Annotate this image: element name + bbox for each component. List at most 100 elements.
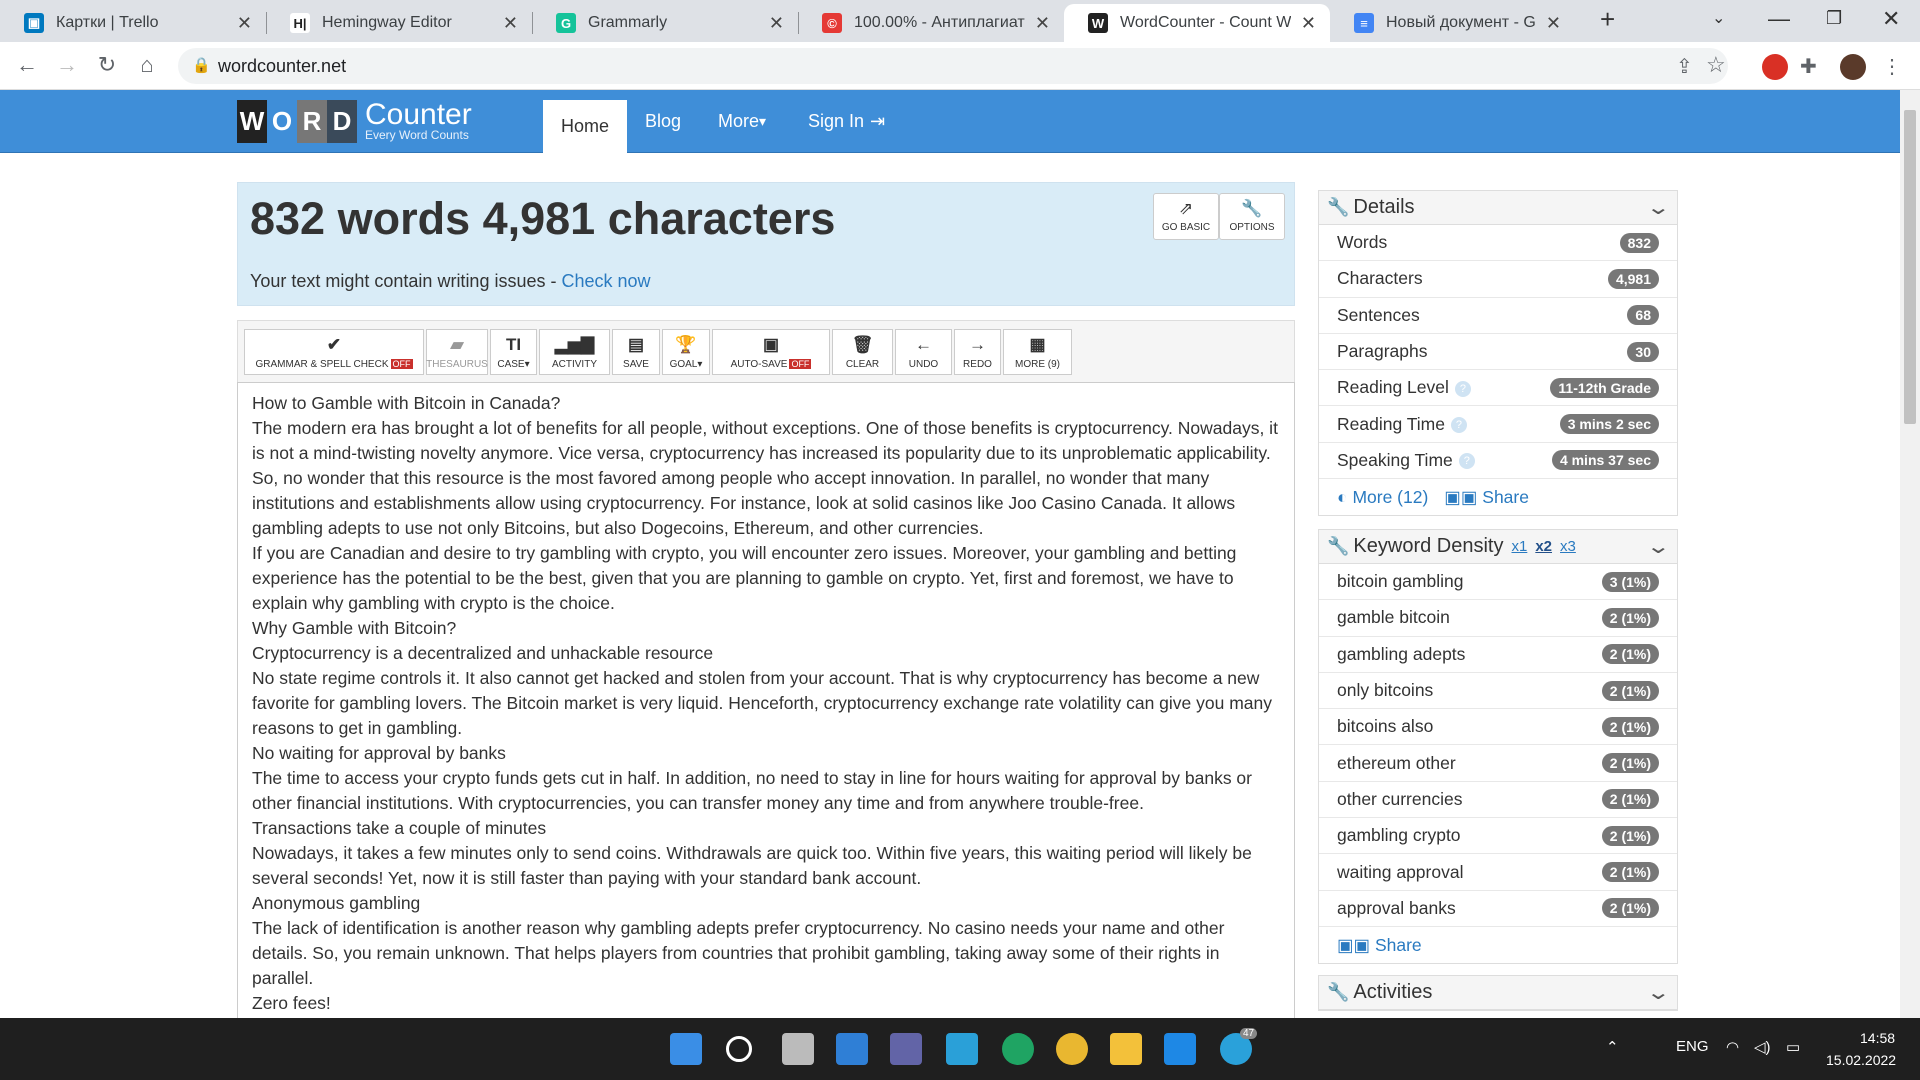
editor-paragraph[interactable]: If you are Canadian and desire to try ga… (252, 541, 1280, 616)
activities-header[interactable]: 🔧 Activities ⌄ (1319, 976, 1677, 1010)
new-tab-button[interactable]: + (1600, 4, 1615, 35)
battery-icon[interactable]: ▭ (1786, 1038, 1800, 1056)
chevron-down-icon[interactable]: ⌄ (1646, 980, 1671, 1005)
editor-paragraph[interactable]: The modern era has brought a lot of bene… (252, 416, 1280, 541)
more-9-button[interactable]: ▦ MORE (9) (1003, 329, 1072, 375)
editor-paragraph[interactable]: Transactions take a couple of minutes (252, 816, 1280, 841)
help-icon[interactable]: ? (1450, 417, 1467, 433)
check-now-link[interactable]: Check now (561, 271, 650, 291)
close-window-icon[interactable]: ✕ (1882, 6, 1900, 32)
editor-paragraph[interactable]: The time to access your crypto funds get… (252, 766, 1280, 816)
task-view-icon[interactable] (782, 1033, 814, 1065)
browser-tab[interactable]: G Grammarly ✕ (532, 4, 798, 42)
go-basic-button[interactable]: ⇗ GO BASIC (1153, 193, 1219, 240)
close-tab-icon[interactable]: ✕ (237, 13, 252, 34)
close-tab-icon[interactable]: ✕ (503, 13, 518, 34)
home-icon[interactable]: ⌂ (132, 52, 162, 78)
bookmark-star-icon[interactable]: ☆ (1706, 52, 1726, 78)
wordcounter-logo[interactable]: W O R D Counter Every Word Counts (237, 100, 472, 143)
goal-button[interactable]: 🏆 GOAL▾ (662, 329, 710, 375)
browser-tab[interactable]: ≡ Новый документ - Google Docs ✕ (1330, 4, 1575, 42)
close-tab-icon[interactable]: ✕ (1546, 13, 1561, 34)
keyword-row[interactable]: bitcoin gambling 3 (1%) (1319, 564, 1677, 601)
forward-arrow-icon[interactable]: → (52, 52, 82, 78)
keyword-row[interactable]: only bitcoins 2 (1%) (1319, 673, 1677, 710)
details-header[interactable]: 🔧 Details ⌄ (1319, 191, 1677, 225)
show-hidden-icons-icon[interactable]: ⌃ (1606, 1038, 1619, 1056)
editor-paragraph[interactable]: Cryptocurrency is a decentralized and un… (252, 641, 1280, 666)
language-indicator[interactable]: ENG (1676, 1038, 1709, 1055)
density-x3-link[interactable]: x3 (1560, 538, 1576, 555)
share-link[interactable]: ▣▣ Share (1337, 935, 1422, 956)
file-explorer-app-icon[interactable] (836, 1033, 868, 1065)
density-x2-link[interactable]: x2 (1535, 538, 1552, 555)
extensions-puzzle-icon[interactable]: ✚ (1800, 54, 1826, 80)
close-tab-icon[interactable]: ✕ (1035, 13, 1050, 34)
editor-paragraph[interactable]: No waiting for approval by banks (252, 741, 1280, 766)
windows-start-icon[interactable] (670, 1033, 702, 1065)
close-tab-icon[interactable]: ✕ (769, 13, 784, 34)
edge-icon[interactable] (1002, 1033, 1034, 1065)
volume-icon[interactable]: ◁) (1754, 1038, 1771, 1056)
browser-menu-icon[interactable]: ⋮ (1882, 54, 1908, 80)
close-tab-icon[interactable]: ✕ (1301, 13, 1316, 34)
teams-chat-icon[interactable] (890, 1033, 922, 1065)
more-stats-link[interactable]: ◐ More (12) (1337, 487, 1428, 508)
density-x1-link[interactable]: x1 (1511, 538, 1527, 555)
editor-paragraph[interactable]: Why Gamble with Bitcoin? (252, 616, 1280, 641)
nav-more-dropdown[interactable]: More ▾ (700, 90, 784, 153)
profile-avatar[interactable] (1840, 54, 1866, 80)
nav-home[interactable]: Home (543, 100, 628, 153)
share-page-icon[interactable]: ⇪ (1676, 54, 1693, 79)
browser-tab[interactable]: H| Hemingway Editor ✕ (266, 4, 532, 42)
monitor-app-icon[interactable] (946, 1033, 978, 1065)
editor-paragraph[interactable]: Zero fees! (252, 991, 1280, 1016)
editor-paragraph[interactable]: How to Gamble with Bitcoin in Canada? (252, 391, 1280, 416)
keyword-row[interactable]: gamble bitcoin 2 (1%) (1319, 600, 1677, 637)
editor-paragraph[interactable]: Nowadays, it takes a few minutes only to… (252, 841, 1280, 891)
mail-icon[interactable] (1164, 1033, 1196, 1065)
clock-time[interactable]: 14:58 (1860, 1030, 1895, 1046)
auto-save-button[interactable]: ▣ AUTO-SAVE OFF (712, 329, 830, 375)
reload-icon[interactable]: ↻ (92, 52, 122, 78)
text-editor[interactable]: How to Gamble with Bitcoin in Canada? The… (237, 382, 1295, 1018)
keyword-density-header[interactable]: 🔧 Keyword Density x1 x2 x3 ⌄ (1319, 530, 1677, 564)
nav-sign-in[interactable]: Sign In ⇥ (790, 90, 903, 153)
keyword-row[interactable]: approval banks 2 (1%) (1319, 891, 1677, 927)
save-button[interactable]: ▤ SAVE (612, 329, 660, 375)
editor-paragraph[interactable]: Anonymous gambling (252, 891, 1280, 916)
redo-button[interactable]: → REDO (954, 329, 1001, 375)
chrome-icon[interactable] (1056, 1033, 1088, 1065)
share-link[interactable]: ▣▣ Share (1444, 487, 1529, 508)
clear-button[interactable]: 🗑 CLEAR (832, 329, 893, 375)
url-text[interactable]: wordcounter.net (218, 56, 346, 77)
case-button[interactable]: TI CASE▾ (490, 329, 537, 375)
browser-tab[interactable]: ▣ Картки | Trello ✕ (0, 4, 266, 42)
scrollbar-thumb[interactable] (1904, 110, 1916, 424)
browser-tab[interactable]: © 100.00% - Антиплагиат онлайн ✕ (798, 4, 1064, 42)
lock-icon[interactable]: 🔒 (192, 56, 211, 74)
clock-date[interactable]: 15.02.2022 (1826, 1052, 1896, 1068)
keyword-row[interactable]: ethereum other 2 (1%) (1319, 745, 1677, 782)
keyword-row[interactable]: gambling crypto 2 (1%) (1319, 818, 1677, 855)
maximize-window-icon[interactable]: ❐ (1826, 8, 1842, 29)
nav-blog[interactable]: Blog (627, 90, 699, 153)
keyword-row[interactable]: bitcoins also 2 (1%) (1319, 709, 1677, 746)
help-icon[interactable]: ? (1458, 453, 1475, 470)
back-arrow-icon[interactable]: ← (12, 52, 42, 78)
options-button[interactable]: 🔧 OPTIONS (1219, 193, 1285, 240)
grammar-spell-check-button[interactable]: ✔ GRAMMAR & SPELL CHECK OFF (244, 329, 424, 375)
search-icon[interactable] (726, 1036, 752, 1062)
folder-icon[interactable] (1110, 1033, 1142, 1065)
address-bar[interactable]: 🔒 wordcounter.net ⇪ ☆ (178, 48, 1728, 84)
editor-paragraph[interactable]: The lack of identification is another re… (252, 916, 1280, 991)
editor-paragraph[interactable]: No state regime controls it. It also can… (252, 666, 1280, 741)
thesaurus-button[interactable]: ▰ THESAURUS (426, 329, 488, 375)
adblock-extension-icon[interactable] (1762, 54, 1788, 80)
chevron-down-icon[interactable]: ⌄ (1646, 534, 1671, 559)
keyword-row[interactable]: other currencies 2 (1%) (1319, 782, 1677, 819)
keyword-row[interactable]: waiting approval 2 (1%) (1319, 854, 1677, 891)
activity-button[interactable]: ▂▅▇ ACTIVITY (539, 329, 610, 375)
wifi-icon[interactable]: ◠ (1726, 1038, 1739, 1056)
browser-tab[interactable]: W WordCounter - Count Words ✕ (1064, 4, 1330, 42)
